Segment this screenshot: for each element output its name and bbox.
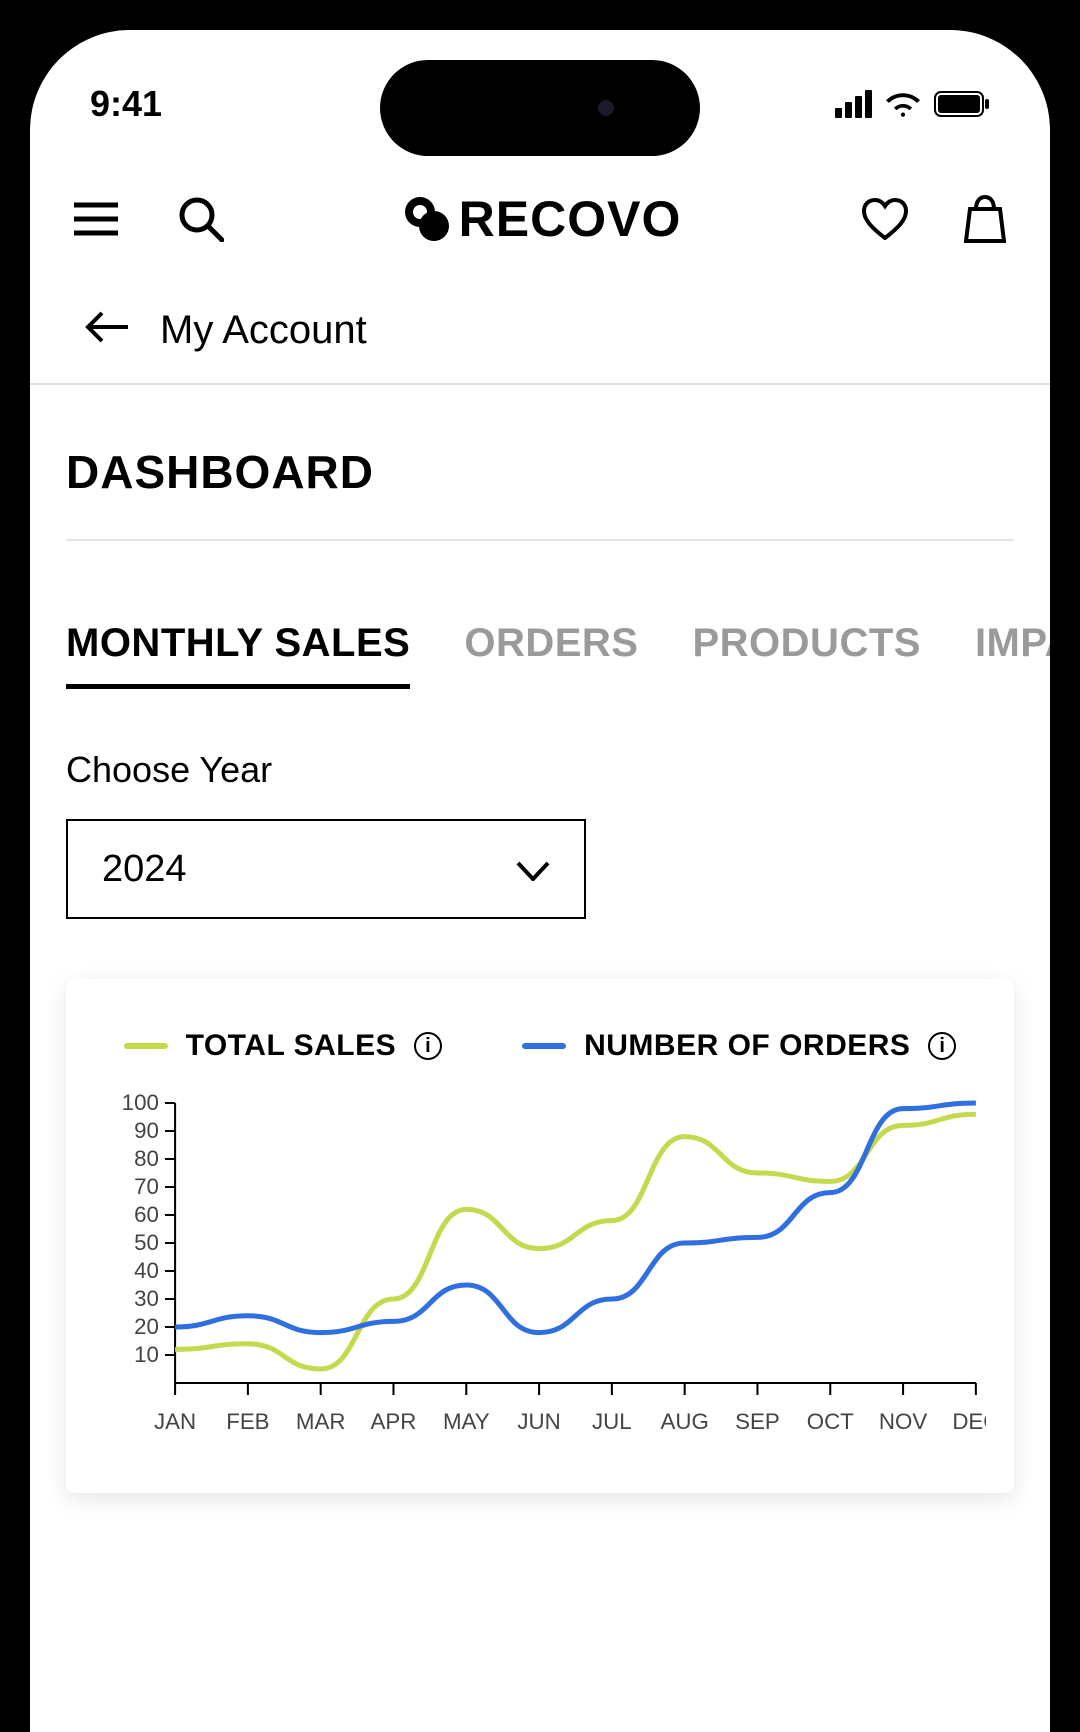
chart: 10 20 30 40 50 60 70 80 90 100 JAN FEB MAR APR MAY JUN J… bbox=[94, 1093, 986, 1453]
back-arrow-icon[interactable] bbox=[84, 308, 130, 353]
year-select[interactable]: 2024 bbox=[66, 819, 586, 919]
svg-text:50: 50 bbox=[134, 1230, 159, 1255]
svg-text:JUL: JUL bbox=[592, 1409, 632, 1434]
info-icon[interactable]: i bbox=[414, 1032, 442, 1060]
brand-mark-icon bbox=[405, 197, 449, 241]
tabs: MONTHLY SALES ORDERS PRODUCTS IMPA bbox=[30, 541, 1050, 689]
legend-swatch-2 bbox=[522, 1043, 566, 1049]
brand-name: RECOVO bbox=[459, 190, 682, 248]
svg-text:FEB: FEB bbox=[226, 1409, 269, 1434]
svg-text:DEC: DEC bbox=[952, 1409, 986, 1434]
tab-products[interactable]: PRODUCTS bbox=[692, 621, 920, 689]
legend-item-total-sales: TOTAL SALES i bbox=[124, 1029, 443, 1063]
svg-text:30: 30 bbox=[134, 1286, 159, 1311]
status-time: 9:41 bbox=[90, 83, 162, 125]
tab-impact[interactable]: IMPA bbox=[975, 621, 1050, 689]
legend-label-2: NUMBER OF ORDERS bbox=[584, 1029, 910, 1063]
chart-card: TOTAL SALES i NUMBER OF ORDERS i 10 20 30 4… bbox=[66, 979, 1014, 1493]
cellular-icon bbox=[835, 90, 872, 118]
svg-text:OCT: OCT bbox=[807, 1409, 855, 1434]
chart-legend: TOTAL SALES i NUMBER OF ORDERS i bbox=[94, 1029, 986, 1063]
info-icon[interactable]: i bbox=[928, 1032, 956, 1060]
page-title: DASHBOARD bbox=[30, 385, 1050, 539]
tab-monthly-sales[interactable]: MONTHLY SALES bbox=[66, 621, 410, 689]
device-screen: 9:41 RE bbox=[30, 30, 1050, 1732]
search-icon[interactable] bbox=[178, 196, 224, 242]
device-frame: 9:41 RE bbox=[0, 0, 1080, 1732]
svg-text:APR: APR bbox=[371, 1409, 417, 1434]
tab-orders[interactable]: ORDERS bbox=[464, 621, 638, 689]
svg-text:60: 60 bbox=[134, 1202, 159, 1227]
battery-icon bbox=[934, 91, 990, 117]
chevron-down-icon bbox=[516, 848, 550, 891]
svg-text:20: 20 bbox=[134, 1314, 159, 1339]
breadcrumb-label: My Account bbox=[160, 308, 367, 353]
year-select-value: 2024 bbox=[102, 848, 187, 891]
heart-icon[interactable] bbox=[862, 198, 908, 240]
svg-text:AUG: AUG bbox=[661, 1409, 709, 1434]
breadcrumb[interactable]: My Account bbox=[30, 278, 1050, 385]
bag-icon[interactable] bbox=[964, 195, 1006, 243]
svg-text:10: 10 bbox=[134, 1342, 159, 1367]
svg-text:JUN: JUN bbox=[517, 1409, 560, 1434]
legend-label-1: TOTAL SALES bbox=[186, 1029, 397, 1063]
status-indicators bbox=[835, 90, 990, 118]
svg-text:90: 90 bbox=[134, 1118, 159, 1143]
legend-swatch-1 bbox=[124, 1043, 168, 1049]
svg-text:40: 40 bbox=[134, 1258, 159, 1283]
device-notch bbox=[380, 60, 700, 156]
svg-text:MAR: MAR bbox=[296, 1409, 346, 1434]
wifi-icon bbox=[886, 91, 920, 117]
svg-text:NOV: NOV bbox=[879, 1409, 928, 1434]
svg-text:100: 100 bbox=[122, 1093, 159, 1115]
app-header: RECOVO bbox=[30, 140, 1050, 278]
svg-text:JAN: JAN bbox=[154, 1409, 196, 1434]
year-select-group: Choose Year 2024 bbox=[30, 689, 1050, 919]
year-select-label: Choose Year bbox=[66, 749, 1014, 791]
svg-text:70: 70 bbox=[134, 1174, 159, 1199]
svg-text:SEP: SEP bbox=[735, 1409, 780, 1434]
svg-text:MAY: MAY bbox=[443, 1409, 490, 1434]
menu-icon[interactable] bbox=[74, 201, 118, 237]
brand-logo[interactable]: RECOVO bbox=[405, 190, 682, 248]
legend-item-orders: NUMBER OF ORDERS i bbox=[522, 1029, 956, 1063]
svg-text:80: 80 bbox=[134, 1146, 159, 1171]
